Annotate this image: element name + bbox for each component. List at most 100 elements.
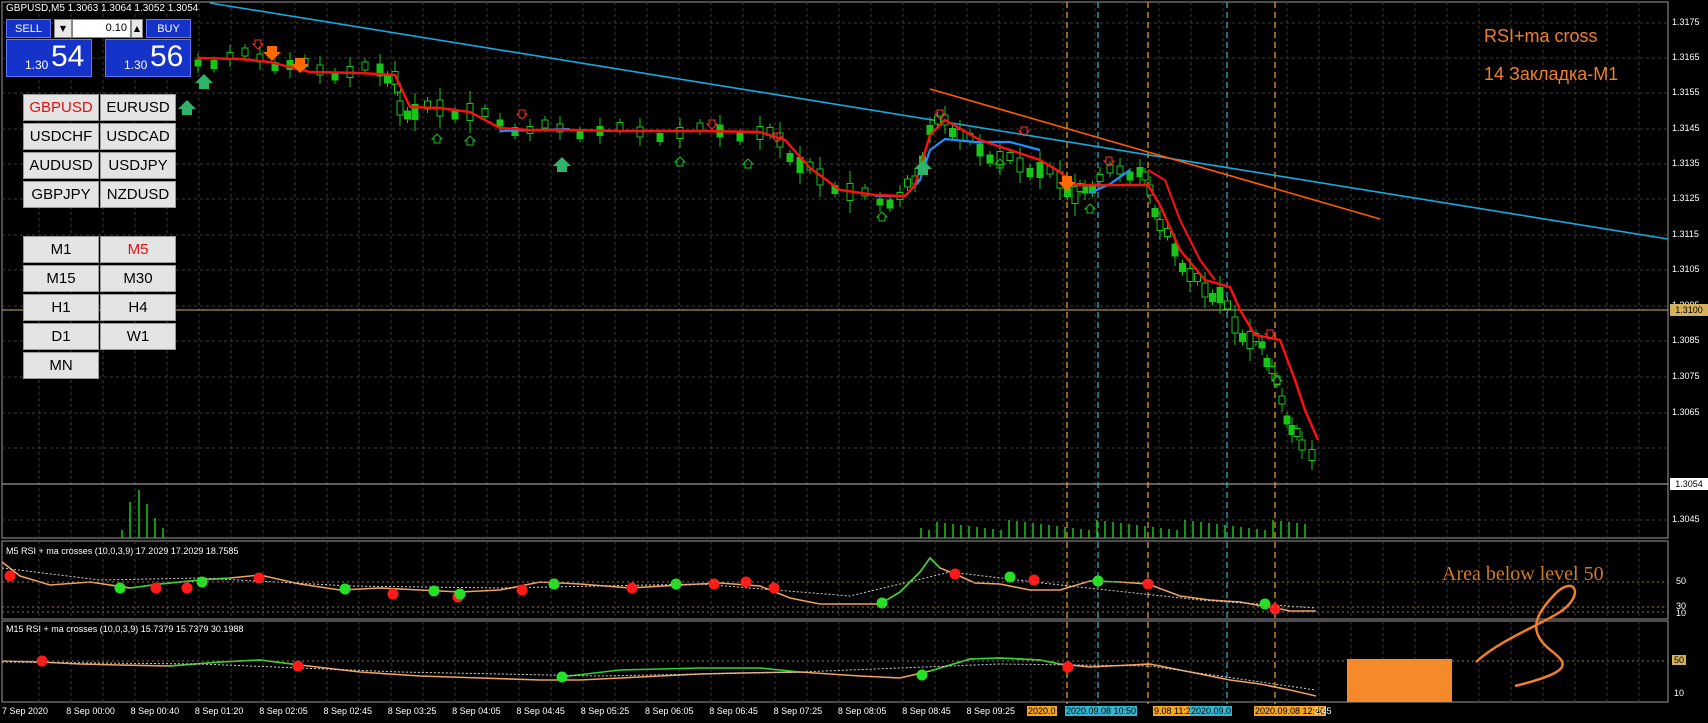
m15-rsi-title: M15 RSI + ma crosses (10,0,3,9) 15.7379 …	[6, 624, 244, 634]
m5-cross-up-dot	[1092, 575, 1104, 587]
m5-cross-down-dot	[1269, 603, 1281, 615]
timeframe-button-h1[interactable]: H1	[23, 294, 99, 321]
buy-price-big: 56	[150, 40, 184, 73]
price-tick-label: 1.3085	[1672, 335, 1700, 345]
m15-cross-down-dot	[1062, 661, 1074, 673]
lot-input[interactable]: 0.10	[72, 19, 131, 38]
symbol-button-usdcad[interactable]: USDCAD	[100, 123, 176, 150]
sell-price-big: 54	[51, 40, 85, 73]
candle-body	[361, 61, 369, 71]
timeframe-button-mn[interactable]: MN	[23, 352, 99, 379]
m15-cross-up-dot	[556, 671, 568, 683]
lot-increase-button[interactable]: ▲	[131, 19, 143, 38]
time-marker-tag: 2020.09.0	[1190, 706, 1233, 716]
hand-drawn-arrow	[1475, 584, 1577, 688]
price-tick-label: 1.3155	[1672, 87, 1700, 97]
symbol-button-usdchf[interactable]: USDCHF	[23, 123, 99, 150]
ma-line-red	[197, 56, 1320, 441]
symbol-button-eurusd[interactable]: EURUSD	[100, 94, 176, 121]
candle-body	[1246, 331, 1254, 349]
time-tick-label: 7 Sep 2020	[2, 706, 49, 716]
candle-body	[1258, 341, 1266, 349]
m5-cross-down-dot	[626, 582, 638, 594]
price-tick-label: 1.3165	[1672, 52, 1700, 62]
candle-body	[1298, 439, 1306, 451]
candle-body	[886, 199, 894, 209]
symbol-button-gbpjpy[interactable]: GBPJPY	[23, 181, 99, 208]
time-marker-tag: 2:45	[1314, 706, 1332, 716]
time-tick-label: 8 Sep 03:25	[387, 706, 437, 716]
candle-body	[1096, 174, 1104, 182]
price-tick-label: 1.3065	[1672, 407, 1700, 417]
symbol-button-nzdusd[interactable]: NZDUSD	[100, 181, 176, 208]
buy-signal-icon	[430, 133, 444, 144]
candle-body	[656, 133, 664, 142]
lot-decrease-button[interactable]: ▼	[54, 19, 72, 38]
time-tick-label: 8 Sep 07:25	[773, 706, 823, 716]
candle-body	[404, 110, 411, 120]
candle-body	[1231, 316, 1239, 334]
time-tick-label: 8 Sep 00:40	[130, 706, 180, 716]
m5-cross-down-dot	[387, 588, 399, 600]
candle-body	[976, 143, 984, 157]
time-tick-label: 8 Sep 00:00	[66, 706, 115, 716]
candle-body	[194, 59, 202, 67]
symbol-info: GBPUSD,M5 1.3063 1.3064 1.3052 1.3054	[6, 3, 199, 14]
m5-cross-up-dot	[454, 588, 466, 600]
candle-body	[904, 178, 911, 188]
candle-body	[316, 64, 324, 76]
buy-signal-icon	[875, 211, 889, 222]
buy-price[interactable]: 1.30 56	[105, 39, 191, 77]
candle-body	[1201, 282, 1209, 298]
m5-cross-down-dot	[768, 582, 780, 594]
time-tick-label: 8 Sep 06:05	[645, 706, 694, 716]
candle-body	[1308, 449, 1316, 461]
time-tick-label: 8 Sep 02:45	[323, 706, 373, 716]
sell-price-prefix: 1.30	[25, 58, 49, 72]
m5-rsi-title: M5 RSI + ma crosses (10,0,3,9) 17.2029 1…	[6, 546, 239, 556]
time-tick-label: 8 Sep 04:05	[452, 706, 501, 716]
price-tick-label: 1.3145	[1672, 123, 1700, 133]
sell-price[interactable]: 1.30 54	[6, 39, 92, 77]
candle-body	[241, 47, 249, 57]
sell-button[interactable]: SELL	[6, 19, 51, 38]
buy-button[interactable]: BUY	[146, 19, 191, 38]
timeframe-button-d1[interactable]: D1	[23, 323, 99, 350]
candle-body	[1141, 171, 1149, 181]
candle-body	[1179, 263, 1186, 272]
m5-level-label: 50	[1676, 576, 1687, 586]
annotation-title: RSI+ma cross	[1484, 26, 1598, 46]
m15-cross-down-dot	[292, 660, 304, 672]
candle-body	[1164, 228, 1171, 237]
timeframe-button-m30[interactable]: M30	[100, 265, 176, 292]
candle-body	[1006, 152, 1014, 161]
candle-body	[541, 119, 549, 129]
candle-body	[676, 127, 684, 139]
highlight-box	[1347, 659, 1452, 702]
candle-body	[1186, 268, 1194, 282]
m15-cross-up-dot	[916, 669, 928, 681]
timeframe-button-h4[interactable]: H4	[100, 294, 176, 321]
price-chart[interactable]	[0, 0, 1708, 723]
candle-body	[1273, 375, 1281, 385]
symbol-button-usdjpy[interactable]: USDJPY	[100, 152, 176, 179]
candle-body	[1263, 358, 1271, 367]
time-tick-label: 8 Sep 02:05	[259, 706, 308, 716]
symbol-button-gbpusd[interactable]: GBPUSD	[23, 94, 99, 121]
m5-cross-down-dot	[4, 570, 16, 582]
candle-body	[384, 74, 391, 84]
m5-cross-up-dot	[339, 583, 351, 595]
timeframe-button-m15[interactable]: M15	[23, 265, 99, 292]
timeframe-button-m5[interactable]: M5	[100, 236, 176, 263]
candle-body	[1216, 287, 1224, 303]
candle-body	[1283, 415, 1291, 425]
time-tick-label: 8 Sep 04:45	[516, 706, 565, 716]
symbol-button-audusd[interactable]: AUDUSD	[23, 152, 99, 179]
candle-body	[1268, 366, 1276, 374]
m5-level-label: 10	[1676, 608, 1687, 618]
timeframe-button-m1[interactable]: M1	[23, 236, 99, 263]
buy-arrow-icon	[914, 160, 932, 175]
candle-body	[1209, 293, 1216, 302]
candle-body	[1224, 300, 1231, 310]
timeframe-button-w1[interactable]: W1	[100, 323, 176, 350]
